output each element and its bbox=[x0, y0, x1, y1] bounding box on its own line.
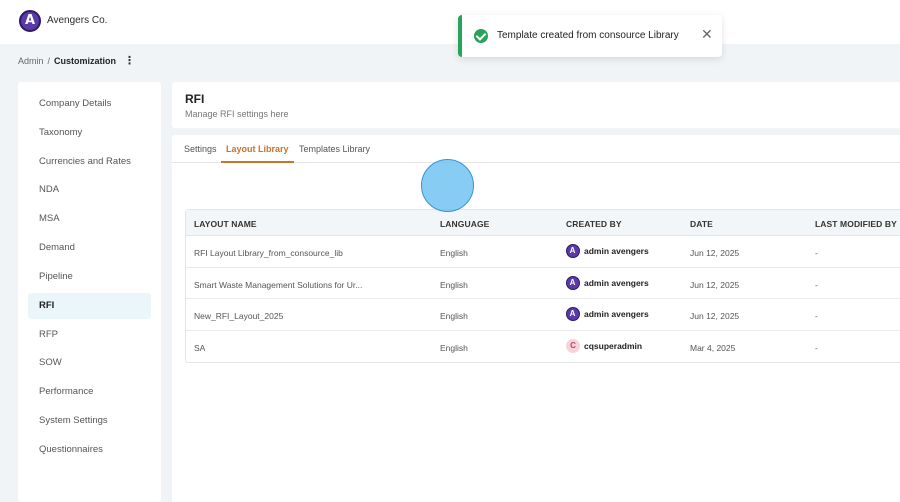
avatar-logo-icon bbox=[566, 275, 580, 290]
sidebar-item-rfi[interactable]: RFI bbox=[28, 293, 151, 319]
cell-layout-name[interactable]: New_RFI_Layout_2025 bbox=[194, 311, 283, 321]
sidebar-item-nda[interactable]: NDA bbox=[28, 177, 151, 203]
sidebar-item-rfp[interactable]: RFP bbox=[28, 322, 151, 348]
more-menu-icon[interactable]: ⋮ bbox=[124, 55, 135, 66]
column-header-last-modified-by[interactable]: LAST MODIFIED BY bbox=[815, 219, 897, 229]
creator-name: admin avengers bbox=[584, 246, 649, 256]
cell-layout-name[interactable]: SA bbox=[194, 343, 205, 353]
sidebar-item-questionnaires[interactable]: Questionnaires bbox=[28, 437, 151, 463]
page-header: RFI Manage RFI settings here bbox=[172, 82, 900, 128]
column-header-layout-name[interactable]: LAYOUT NAME bbox=[194, 219, 257, 229]
column-header-language[interactable]: LANGUAGE bbox=[440, 219, 489, 229]
creator-name: cqsuperadmin bbox=[584, 340, 643, 351]
cursor-indicator bbox=[421, 159, 474, 212]
tab-settings[interactable]: Settings bbox=[184, 144, 217, 163]
cell-language: English bbox=[440, 279, 468, 290]
cell-created-by: admin avengers bbox=[566, 275, 649, 290]
table-row[interactable]: SA English C cqsuperadmin Mar 4, 2025 - bbox=[186, 331, 900, 363]
sidebar-item-demand[interactable]: Demand bbox=[28, 235, 151, 261]
toast-message: Template created from consource Library bbox=[497, 30, 679, 41]
breadcrumb-admin[interactable]: Admin bbox=[18, 56, 44, 66]
sidebar-item-pipeline[interactable]: Pipeline bbox=[28, 264, 151, 290]
check-circle-icon bbox=[474, 29, 488, 43]
sidebar-item-msa[interactable]: MSA bbox=[28, 206, 151, 232]
cell-last-modified: - bbox=[815, 248, 818, 258]
page-subtitle: Manage RFI settings here bbox=[185, 109, 289, 119]
sidebar-item-company-details[interactable]: Company Details bbox=[28, 91, 151, 117]
cell-date: Mar 4, 2025 bbox=[690, 342, 736, 353]
cell-created-by: admin avengers bbox=[566, 307, 649, 321]
sidebar: Company Details Taxonomy Currencies and … bbox=[18, 82, 161, 502]
success-toast: Template created from consource Library … bbox=[458, 15, 722, 57]
column-header-date[interactable]: DATE bbox=[690, 219, 713, 229]
table-row[interactable]: New_RFI_Layout_2025 English admin avenge… bbox=[186, 299, 900, 331]
sidebar-item-system-settings[interactable]: System Settings bbox=[28, 408, 151, 434]
sidebar-item-sow[interactable]: SOW bbox=[28, 350, 151, 376]
cell-created-by: C cqsuperadmin bbox=[566, 338, 643, 353]
column-header-created-by[interactable]: CREATED BY bbox=[566, 219, 622, 229]
breadcrumb: Admin / Customization ⋮ bbox=[18, 55, 135, 66]
cell-language: English bbox=[440, 248, 468, 258]
cell-date: Jun 12, 2025 bbox=[690, 279, 740, 290]
content-panel: Settings Layout Library Templates Librar… bbox=[172, 135, 900, 502]
brand-logo-icon[interactable] bbox=[19, 10, 41, 32]
tab-layout-library[interactable]: Layout Library bbox=[221, 144, 294, 163]
top-bar: Avengers Co. bbox=[0, 0, 900, 44]
table-row[interactable]: Smart Waste Management Solutions for Ur.… bbox=[186, 268, 900, 299]
breadcrumb-current: Customization bbox=[54, 56, 117, 66]
sidebar-item-performance[interactable]: Performance bbox=[28, 379, 151, 405]
cell-created-by: admin avengers bbox=[566, 244, 649, 258]
breadcrumb-separator: / bbox=[47, 56, 51, 66]
cell-layout-name[interactable]: Smart Waste Management Solutions for Ur.… bbox=[194, 280, 362, 290]
brand-name: Avengers Co. bbox=[47, 15, 108, 26]
sidebar-item-taxonomy[interactable]: Taxonomy bbox=[28, 120, 151, 146]
close-icon[interactable]: ✕ bbox=[701, 27, 713, 41]
cell-last-modified: - bbox=[815, 342, 818, 353]
avatar-initial: C bbox=[566, 338, 580, 353]
creator-name: admin avengers bbox=[584, 309, 649, 319]
cell-language: English bbox=[440, 342, 468, 353]
cell-language: English bbox=[440, 311, 468, 321]
creator-name: admin avengers bbox=[584, 277, 649, 288]
cell-last-modified: - bbox=[815, 279, 818, 290]
cell-date: Jun 12, 2025 bbox=[690, 311, 740, 321]
cell-last-modified: - bbox=[815, 311, 818, 321]
tab-bar: Settings Layout Library Templates Librar… bbox=[172, 135, 900, 163]
tab-templates-library[interactable]: Templates Library bbox=[299, 144, 370, 163]
sidebar-item-currencies[interactable]: Currencies and Rates bbox=[28, 149, 151, 175]
layout-table: LAYOUT NAME LANGUAGE CREATED BY DATE LAS… bbox=[185, 209, 900, 363]
cell-layout-name[interactable]: RFI Layout Library_from_consource_lib bbox=[194, 248, 343, 258]
table-row[interactable]: RFI Layout Library_from_consource_lib En… bbox=[186, 236, 900, 268]
table-header: LAYOUT NAME LANGUAGE CREATED BY DATE LAS… bbox=[186, 210, 900, 236]
avatar-logo-icon bbox=[566, 307, 580, 321]
cell-date: Jun 12, 2025 bbox=[690, 248, 740, 258]
page-title: RFI bbox=[185, 92, 205, 106]
avatar-logo-icon bbox=[566, 244, 580, 258]
